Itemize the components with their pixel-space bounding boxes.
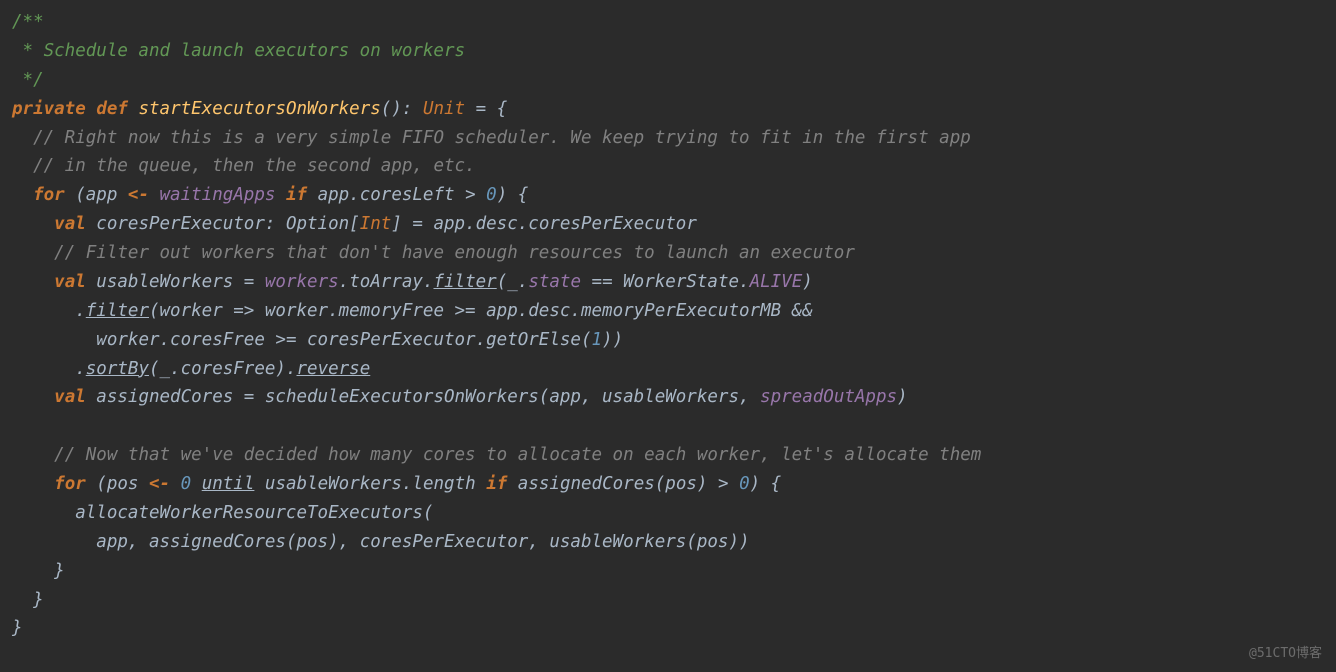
code-text: (_. [497,272,529,292]
code-text: )) [602,330,623,350]
code-text [170,474,181,494]
brace-close: } [54,561,65,581]
identifier-spreadoutapps: spreadOutApps [760,387,897,407]
keyword-for: for [33,185,65,205]
code-text: ) [897,387,908,407]
code-text: assignedCores = scheduleExecutorsOnWorke… [86,387,760,407]
code-text: = { [465,99,507,119]
keyword-if: if [275,185,307,205]
arrow-op: <- [149,474,170,494]
code-text: == WorkerState. [581,272,750,292]
identifier-state: state [528,272,581,292]
code-text: (): [381,99,423,119]
comment-line: // Right now this is a very simple FIFO … [33,128,971,148]
code-text: app, assignedCores(pos), coresPerExecuto… [96,532,749,552]
code-text: .toArray. [339,272,434,292]
code-text: usableWorkers = [86,272,265,292]
code-text: ] = app.desc.coresPerExecutor [391,214,697,234]
keyword-val: val [54,387,86,407]
number-literal: 0 [181,474,192,494]
doc-comment-line: * Schedule and launch executors on worke… [12,41,465,61]
code-text: coresPerExecutor: Option[ [86,214,360,234]
code-text: ) { [750,474,782,494]
doc-comment-line: /** [12,12,44,32]
method-reverse: reverse [297,359,371,379]
number-literal: 1 [591,330,602,350]
code-text: app.coresLeft > [307,185,486,205]
code-text: (app [65,185,128,205]
keyword-val: val [54,214,86,234]
doc-comment-line: */ [12,70,44,90]
identifier-workers: workers [265,272,339,292]
code-text: allocateWorkerResourceToExecutors( [75,503,433,523]
brace-close: } [33,590,44,610]
identifier-alive: ALIVE [750,272,803,292]
code-text: (worker => worker.memoryFree >= app.desc… [149,301,813,321]
identifier-waitingapps: waitingApps [149,185,275,205]
comment-line: // Filter out workers that don't have en… [54,243,855,263]
code-text: (_.coresFree). [149,359,297,379]
code-block: /** * Schedule and launch executors on w… [12,8,1324,643]
code-text: usableWorkers.length [254,474,486,494]
code-text: . [75,359,86,379]
number-literal: 0 [739,474,750,494]
keyword-def: def [96,99,128,119]
code-text: ) { [497,185,529,205]
watermark: @51CTO博客 [1249,643,1322,664]
keyword-private: private [12,99,86,119]
code-text: assignedCores(pos) > [507,474,739,494]
method-sortby: sortBy [86,359,149,379]
type-int: Int [360,214,392,234]
arrow-op: <- [128,185,149,205]
keyword-if: if [486,474,507,494]
code-text: ) [802,272,813,292]
code-text: . [75,301,86,321]
brace-close: } [12,618,23,638]
code-text [191,474,202,494]
comment-line: // in the queue, then the second app, et… [33,156,476,176]
function-name: startExecutorsOnWorkers [138,99,380,119]
number-literal: 0 [486,185,497,205]
method-filter: filter [86,301,149,321]
method-until: until [202,474,255,494]
type-unit: Unit [423,99,465,119]
code-text: worker.coresFree >= coresPerExecutor.get… [96,330,591,350]
keyword-for: for [54,474,86,494]
keyword-val: val [54,272,86,292]
method-filter: filter [433,272,496,292]
comment-line: // Now that we've decided how many cores… [54,445,981,465]
code-text: (pos [86,474,149,494]
